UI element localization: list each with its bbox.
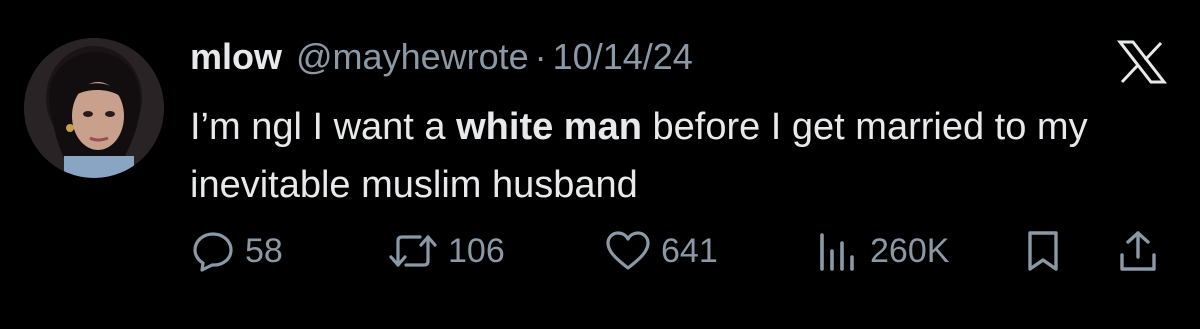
reply-icon: [191, 229, 235, 273]
repost-button[interactable]: 106: [388, 226, 505, 276]
like-button[interactable]: 641: [605, 226, 718, 276]
views-button[interactable]: 260K: [816, 226, 949, 276]
display-name[interactable]: mlow: [190, 36, 282, 78]
like-count: 641: [661, 231, 718, 270]
user-handle[interactable]: @mayhewrote: [296, 36, 529, 78]
tweet-text-bold: white man: [456, 106, 642, 148]
avatar[interactable]: [24, 38, 164, 178]
tweet-text-part1: I’m ngl I want a: [190, 106, 457, 148]
share-button[interactable]: [1118, 226, 1158, 276]
repost-count: 106: [448, 231, 505, 270]
view-count: 260K: [870, 231, 950, 270]
x-logo-icon: [1116, 40, 1168, 84]
reply-count: 58: [245, 231, 283, 270]
tweet-card: mlow @mayhewrote · 10/14/24 I’m ngl I wa…: [0, 0, 1200, 329]
separator-dot: ·: [534, 36, 547, 77]
avatar-photo: [24, 38, 164, 178]
share-icon: [1118, 229, 1158, 273]
bookmark-icon: [1025, 229, 1061, 273]
views-icon: [816, 229, 860, 273]
tweet-date[interactable]: 10/14/24: [553, 36, 693, 78]
repost-icon: [388, 229, 438, 273]
tweet-header: mlow @mayhewrote · 10/14/24: [190, 36, 693, 86]
tweet-text: I’m ngl I want a white man before I get …: [190, 98, 1170, 214]
heart-icon: [605, 229, 651, 273]
bookmark-button[interactable]: [1025, 226, 1061, 276]
reply-button[interactable]: 58: [191, 226, 283, 276]
